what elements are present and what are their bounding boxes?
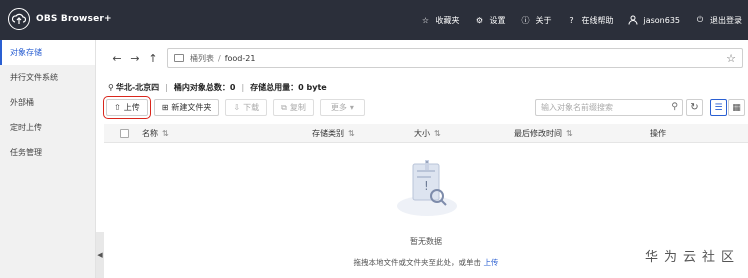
search-input[interactable]: 输入对象名前缀搜索 ⚲	[535, 99, 683, 116]
sort-icon[interactable]: ⇅	[566, 129, 573, 138]
favorites-label: 收藏夹	[435, 15, 460, 25]
back-arrow-icon[interactable]: ←	[108, 52, 126, 65]
upload-icon: ⇧	[114, 103, 121, 112]
user-menu[interactable]: jason635	[627, 14, 680, 26]
sort-icon[interactable]: ⇅	[348, 129, 355, 138]
table-header: 名称 ⇅ 存储类别 ⇅ 大小 ⇅ 最后修改时间 ⇅ 操作	[104, 124, 748, 143]
new-folder-button[interactable]: ⊞ 新建文件夹	[153, 99, 220, 116]
toolbar: ⇧ 上传 ⊞ 新建文件夹 ⇩ 下载 ⧉ 复制 更多 ▾	[103, 96, 365, 119]
watermark: 华为云社区	[644, 250, 740, 265]
main-content: ← → ↑ 桶列表 / food-21 ☆ ⚲ 华北-北京四 | 桶内对象总数：…	[103, 40, 748, 278]
sort-icon[interactable]: ⇅	[434, 129, 441, 138]
sidebar-item-external-bucket[interactable]: 外部桶	[0, 90, 95, 115]
gear-icon: ⚙	[475, 15, 484, 25]
empty-hint-text: 拖拽本地文件或文件夹至此处，或单击	[353, 258, 482, 267]
divider: |	[241, 83, 245, 92]
forward-arrow-icon[interactable]: →	[126, 52, 144, 65]
column-last-modified[interactable]: 最后修改时间 ⇅	[514, 128, 573, 139]
star-icon: ☆	[421, 15, 430, 25]
settings-label: 设置	[489, 15, 506, 25]
favorites-button[interactable]: ☆ 收藏夹	[419, 14, 460, 26]
sidebar-item-object-storage[interactable]: 对象存储	[0, 40, 95, 65]
sort-icon[interactable]: ⇅	[162, 129, 169, 138]
download-icon: ⇩	[233, 103, 241, 112]
folder-icon	[174, 54, 184, 62]
user-icon	[627, 14, 639, 26]
username-label: jason635	[643, 15, 680, 25]
logout-button[interactable]: ⏻ 退出登录	[694, 14, 742, 26]
column-size-label: 大小	[414, 129, 430, 138]
power-icon: ⏻	[696, 15, 704, 24]
cloud-upload-icon	[8, 8, 30, 30]
upload-link[interactable]: 上传	[483, 258, 498, 267]
column-storage-class-label: 存储类别	[312, 129, 344, 138]
chevron-down-icon: ▾	[349, 103, 354, 112]
column-name-label: 名称	[142, 129, 158, 138]
list-view-icon: ☰	[714, 102, 723, 113]
about-button[interactable]: ⓘ 关于	[519, 14, 551, 26]
grid-view-button[interactable]: ▦	[728, 99, 745, 116]
app-logo: OBS Browser+	[8, 8, 112, 30]
column-actions-label: 操作	[650, 129, 666, 138]
column-storage-class[interactable]: 存储类别 ⇅	[312, 128, 355, 139]
breadcrumb-separator: /	[218, 53, 221, 63]
list-view-button[interactable]: ☰	[710, 99, 727, 116]
column-name[interactable]: 名称 ⇅	[142, 128, 169, 139]
download-label: 下载	[243, 103, 260, 112]
new-folder-label: 新建文件夹	[171, 103, 212, 112]
breadcrumb-current: food-21	[224, 53, 256, 63]
copy-icon: ⧉	[281, 102, 287, 112]
logout-label: 退出登录	[710, 15, 742, 25]
sidebar-item-parallel-fs[interactable]: 并行文件系统	[0, 65, 95, 90]
app-title: OBS Browser+	[36, 14, 112, 24]
upload-button[interactable]: ⇧ 上传	[103, 96, 151, 119]
search-icon[interactable]: ⚲	[671, 102, 678, 112]
bucket-info: ⚲ 华北-北京四 | 桶内对象总数：0 | 存储总用量：0 byte	[108, 82, 327, 93]
more-dropdown[interactable]: 更多 ▾	[319, 99, 365, 116]
breadcrumb-bucket-list[interactable]: 桶列表	[190, 53, 214, 64]
copy-button[interactable]: ⧉ 复制	[273, 99, 314, 116]
refresh-icon: ↻	[690, 102, 699, 113]
copy-label: 复制	[289, 103, 306, 112]
sidebar-item-task-management[interactable]: 任务管理	[0, 140, 95, 165]
location-pin-icon: ⚲	[108, 83, 114, 92]
path-bar[interactable]: 桶列表 / food-21 ☆	[167, 48, 743, 68]
info-icon: ⓘ	[521, 15, 530, 25]
more-label: 更多	[330, 103, 347, 112]
region-label: 华北-北京四	[115, 83, 160, 92]
new-folder-icon: ⊞	[161, 103, 169, 112]
sidebar-item-scheduled-upload[interactable]: 定时上传	[0, 115, 95, 140]
column-size[interactable]: 大小 ⇅	[414, 128, 441, 139]
online-help-label: 在线帮助	[581, 15, 614, 25]
column-actions: 操作	[650, 128, 666, 139]
select-all-checkbox[interactable]	[120, 129, 129, 138]
storage-usage-label: 存储总用量：0 byte	[250, 83, 327, 92]
refresh-button[interactable]: ↻	[686, 99, 703, 116]
favorite-star-icon[interactable]: ☆	[726, 52, 736, 65]
top-bar: OBS Browser+ ☆ 收藏夹 ⚙ 设置 ⓘ 关于 ? 在线帮助 jaso…	[0, 0, 748, 40]
search-placeholder: 输入对象名前缀搜索	[541, 103, 613, 112]
svg-text:!: !	[424, 179, 429, 193]
empty-document-icon: !	[397, 160, 457, 216]
chevron-left-icon: ◀	[97, 251, 103, 259]
about-label: 关于	[535, 15, 552, 25]
sidebar-collapse-toggle[interactable]: ◀	[96, 232, 104, 278]
upload-label: 上传	[123, 103, 140, 112]
column-last-modified-label: 最后修改时间	[514, 129, 562, 138]
settings-button[interactable]: ⚙ 设置	[473, 14, 506, 26]
object-count-label: 桶内对象总数：0	[173, 83, 236, 92]
online-help-button[interactable]: ? 在线帮助	[565, 14, 613, 26]
download-button[interactable]: ⇩ 下载	[225, 99, 268, 116]
help-icon: ?	[569, 15, 574, 25]
up-arrow-icon[interactable]: ↑	[144, 52, 162, 65]
divider: |	[165, 83, 168, 92]
grid-view-icon: ▦	[732, 102, 741, 113]
nav-bar: ← → ↑ 桶列表 / food-21 ☆	[104, 48, 748, 68]
sidebar: 对象存储 并行文件系统 外部桶 定时上传 任务管理	[0, 40, 96, 278]
